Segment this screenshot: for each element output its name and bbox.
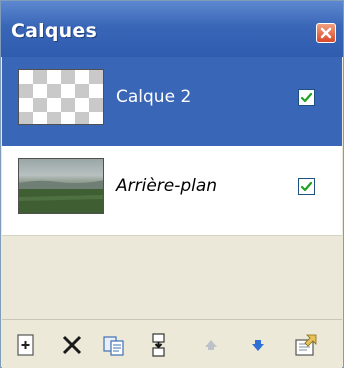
landscape-image: [19, 180, 103, 213]
window-title: Calques: [11, 20, 98, 42]
move-layer-up-button[interactable]: [198, 332, 224, 358]
layer-row-calque-2[interactable]: Calque 2: [2, 57, 342, 146]
move-layer-down-button[interactable]: [245, 332, 271, 358]
layer-thumbnail: [18, 69, 104, 125]
title-bar: Calques: [1, 1, 343, 57]
merge-down-icon: [152, 333, 165, 357]
arrow-down-icon: [252, 340, 264, 351]
layer-row-arriere-plan[interactable]: Arrière-plan: [2, 146, 342, 236]
checkmark-icon: [300, 92, 313, 103]
merge-layer-down-button[interactable]: [145, 332, 171, 358]
layers-toolbar: [2, 319, 342, 368]
delete-x-icon: [62, 335, 82, 355]
duplicate-icon: [103, 336, 124, 356]
close-icon: [320, 27, 332, 39]
layer-properties-button[interactable]: [293, 332, 319, 358]
layers-window: Calques Calque 2 Arrière-plan: [0, 0, 344, 368]
layers-list: Calque 2 Arrière-plan: [2, 57, 342, 319]
layer-visibility-checkbox[interactable]: [298, 89, 315, 106]
layer-name: Calque 2: [116, 87, 192, 107]
arrow-up-icon: [205, 340, 217, 350]
add-layer-button[interactable]: [14, 332, 40, 358]
duplicate-layer-button[interactable]: [101, 332, 127, 358]
delete-layer-button[interactable]: [59, 332, 85, 358]
layer-thumbnail: [18, 158, 104, 214]
properties-icon: [295, 334, 317, 356]
layer-name: Arrière-plan: [116, 176, 218, 196]
layer-visibility-checkbox[interactable]: [298, 178, 315, 195]
close-button[interactable]: [316, 23, 336, 43]
new-layer-icon: [17, 334, 34, 356]
checkmark-icon: [300, 181, 313, 192]
